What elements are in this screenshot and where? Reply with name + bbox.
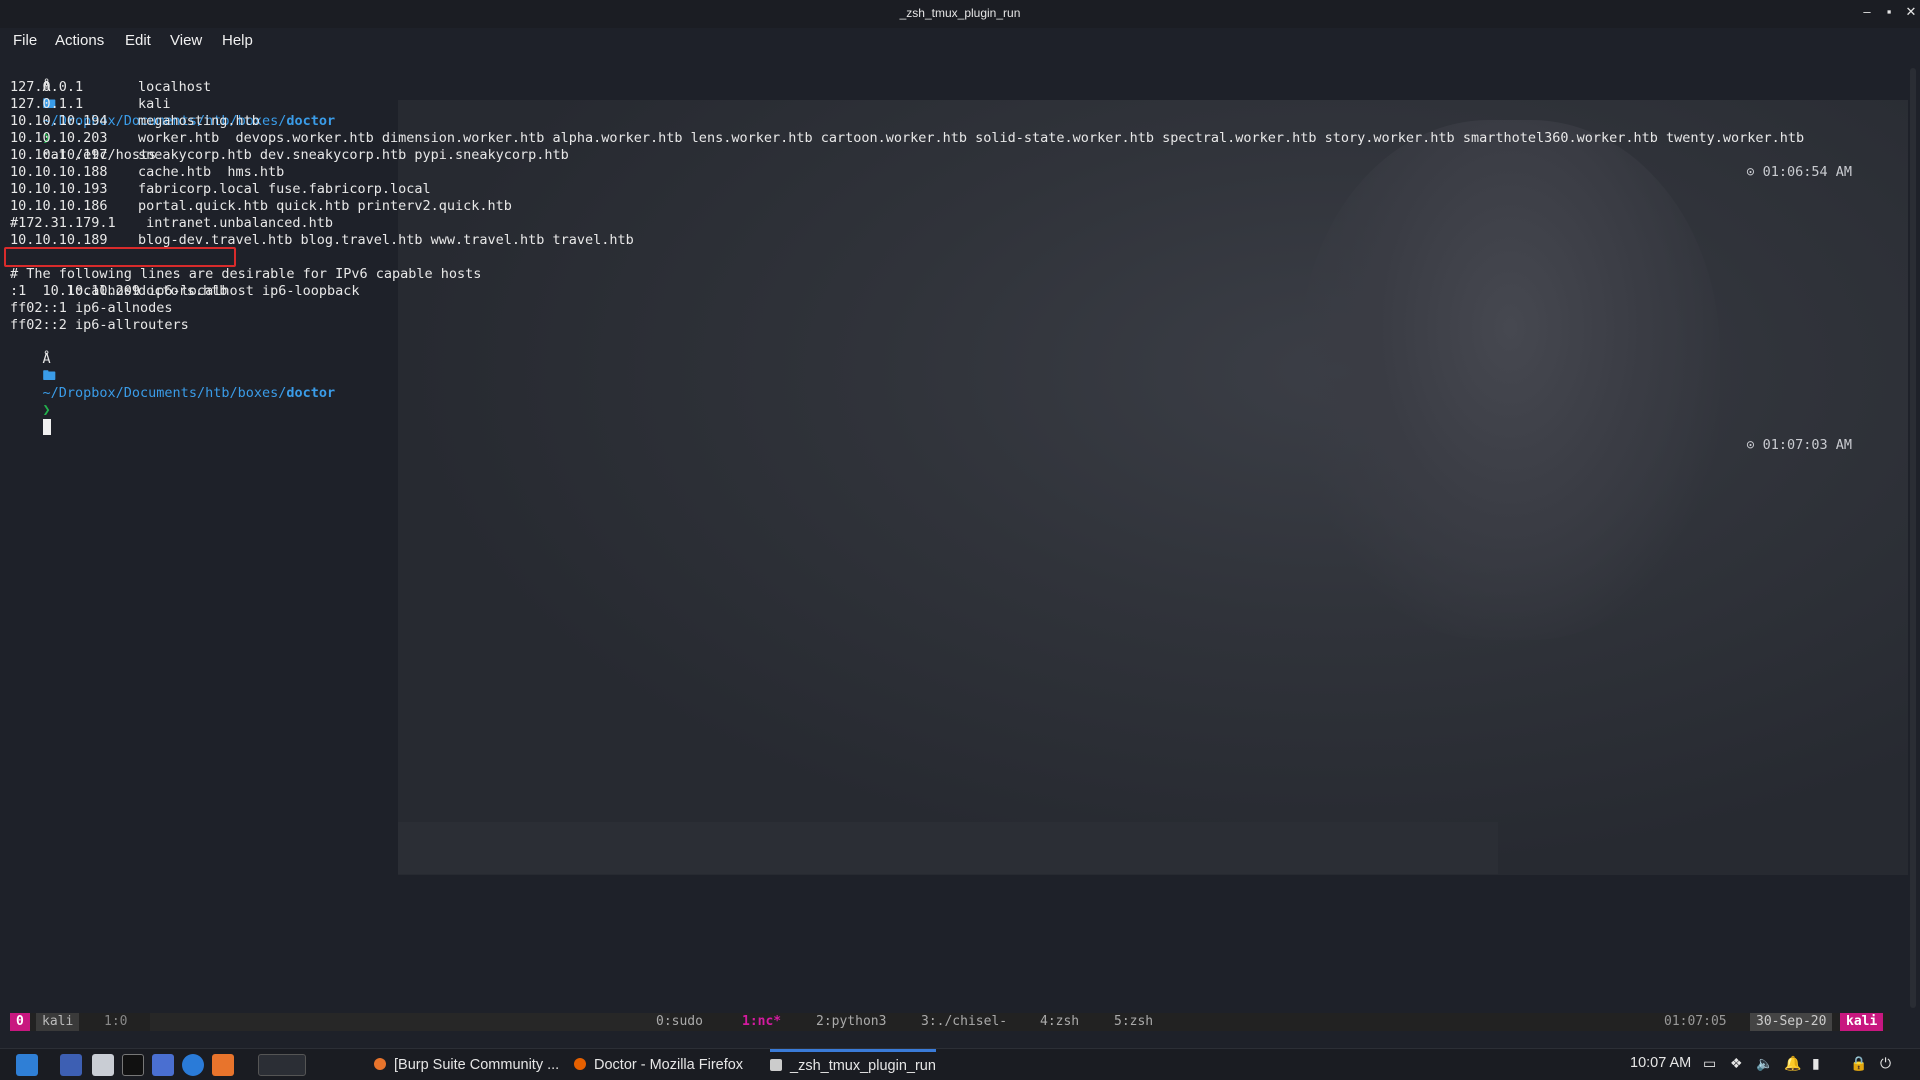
tmux-session-name: kali xyxy=(36,1013,80,1031)
tmux-window-2[interactable]: 2:python3 xyxy=(810,1013,892,1031)
host-names: worker.htb devops.worker.htb dimension.w… xyxy=(138,130,1805,146)
prompt-path: ~/Dropbox/Documents/htb/boxes/ xyxy=(42,385,287,401)
menu-edit[interactable]: Edit xyxy=(125,32,151,49)
browser-icon[interactable] xyxy=(182,1054,204,1076)
ipv6-line: ff02::2 ip6-allrouters xyxy=(10,317,189,333)
clock[interactable]: 10:07 AM xyxy=(1630,1055,1691,1071)
tmux-window-4[interactable]: 4:zsh xyxy=(1034,1013,1085,1031)
host-names: localhost xyxy=(138,79,212,95)
task-firefox[interactable]: Doctor - Mozilla Firefox xyxy=(574,1049,743,1080)
firefox-icon xyxy=(574,1058,586,1070)
hosts-line: 10.10.10.197 sneakycorp.htb dev.sneakycor… xyxy=(10,147,569,164)
menu-file[interactable]: File xyxy=(13,32,37,49)
taskbar: [Burp Suite Community ... Doctor - Mozil… xyxy=(0,1048,1920,1080)
tmux-window-3[interactable]: 3:./chisel- xyxy=(915,1013,1013,1031)
tmux-date: 30-Sep-20 xyxy=(1750,1013,1833,1031)
ipv6-line: :1 localhost ip6-localhost ip6-loopback xyxy=(10,283,360,299)
host-names: megahosting.htb xyxy=(138,113,260,129)
tmux-pane: 1:0 xyxy=(104,1014,128,1029)
tmux-window-0[interactable]: 0:sudo xyxy=(650,1013,709,1031)
prompt-timestamp: ⊙ 01:07:03 AM xyxy=(1746,437,1852,453)
terminal-task-icon xyxy=(770,1059,782,1071)
hosts-line: 127.0.0.1 localhost xyxy=(10,79,211,96)
terminal-cursor xyxy=(42,419,51,435)
prompt-symbol: Å xyxy=(42,351,51,367)
host-ip: 10.10.10.186 xyxy=(10,198,108,214)
terminal-output[interactable]: Å 🖿 ~/Dropbox/Documents/htb/boxes/doctor… xyxy=(4,62,1900,1022)
workspace-icon[interactable] xyxy=(152,1054,174,1076)
file-manager-icon[interactable] xyxy=(92,1054,114,1076)
menu-view[interactable]: View xyxy=(170,32,202,49)
window-titlebar: _zsh_tmux_plugin_run – ▪ ✕ xyxy=(0,0,1920,28)
tmux-window-5[interactable]: 5:zsh xyxy=(1108,1013,1159,1031)
volume-icon[interactable]: 🔈 xyxy=(1756,1055,1773,1072)
close-icon[interactable]: ✕ xyxy=(1902,4,1920,20)
folder-icon: 🖿 xyxy=(42,368,57,384)
menu-help[interactable]: Help xyxy=(222,32,253,49)
host-names: kali xyxy=(138,96,171,112)
terminal-scrollbar[interactable] xyxy=(1910,68,1916,1008)
desktop-icon[interactable] xyxy=(60,1054,82,1076)
prompt-line-2: Å 🖿 ~/Dropbox/Documents/htb/boxes/doctor… xyxy=(10,334,1890,453)
host-names: intranet.unbalanced.htb xyxy=(138,215,334,231)
power-icon[interactable]: ⏻ xyxy=(1880,1055,1891,1072)
workspace-switcher-icon[interactable] xyxy=(258,1054,306,1076)
host-ip: #172.31.179.1 xyxy=(10,215,116,231)
hosts-line: 10.10.10.194 megahosting.htb xyxy=(10,113,260,130)
hosts-line-highlighted: 10.10.10.209 doctors.htb xyxy=(4,247,250,299)
minimize-icon[interactable]: – xyxy=(1858,4,1876,19)
menu-actions[interactable]: Actions xyxy=(55,32,104,49)
tmux-host: kali xyxy=(1840,1013,1884,1031)
host-ip: 10.10.10.189 xyxy=(10,232,108,248)
host-ip: 10.10.10.197 xyxy=(10,147,108,163)
task-terminal-active[interactable]: _zsh_tmux_plugin_run xyxy=(770,1049,936,1080)
menubar: File Actions Edit View Help xyxy=(0,28,1920,54)
host-ip: 127.0.0.1 xyxy=(10,79,84,95)
prompt-line-1: Å 🖿 ~/Dropbox/Documents/htb/boxes/doctor… xyxy=(10,62,1890,180)
comment-line: # The following lines are desirable for … xyxy=(10,266,482,282)
kali-menu-icon[interactable] xyxy=(16,1054,38,1076)
prompt-dir: doctor xyxy=(286,385,336,401)
hosts-line: 127.0.1.1 kali xyxy=(10,96,171,113)
highlight-box xyxy=(4,247,236,267)
task-label: [Burp Suite Community ... xyxy=(394,1057,560,1073)
tmux-window-1-active[interactable]: 1:nc* xyxy=(736,1013,787,1031)
prompt-arrow-icon: ❯ xyxy=(42,402,51,418)
window-title: _zsh_tmux_plugin_run xyxy=(899,6,1021,20)
hosts-line: #172.31.179.1 intranet.unbalanced.htb xyxy=(10,215,333,232)
host-ip: 10.10.10.194 xyxy=(10,113,108,129)
task-label: Doctor - Mozilla Firefox xyxy=(594,1057,744,1073)
ipv6-line: ff02::1 ip6-allnodes xyxy=(10,300,173,316)
prompt-dir: doctor xyxy=(286,113,336,129)
burp-icon[interactable] xyxy=(212,1054,234,1076)
host-names: cache.htb hms.htb xyxy=(138,164,285,180)
display-icon[interactable]: ▭ xyxy=(1703,1055,1716,1072)
tmux-time: 01:07:05 xyxy=(1664,1014,1727,1029)
hosts-line: 10.10.10.203 worker.htb devops.worker.htb… xyxy=(10,130,1804,147)
hosts-line: 10.10.10.188 cache.htb hms.htb xyxy=(10,164,284,181)
lock-icon[interactable]: 🔒 xyxy=(1850,1055,1867,1072)
task-label: _zsh_tmux_plugin_run xyxy=(790,1058,936,1074)
host-names: sneakycorp.htb dev.sneakycorp.htb pypi.s… xyxy=(138,147,569,163)
dropbox-icon[interactable]: ❖ xyxy=(1730,1055,1743,1072)
tmux-session-index: 0 xyxy=(10,1013,30,1031)
hosts-line: 10.10.10.186 portal.quick.htb quick.htb p… xyxy=(10,198,512,215)
terminal-icon[interactable] xyxy=(122,1054,144,1076)
task-burp[interactable]: [Burp Suite Community ... xyxy=(374,1049,559,1080)
host-ip: 127.0.1.1 xyxy=(10,96,84,112)
bell-icon[interactable]: 🔔 xyxy=(1784,1055,1801,1072)
host-names: fabricorp.local fuse.fabricorp.local xyxy=(138,181,431,197)
hosts-line: 10.10.10.193 fabricorp.local fuse.fabrico… xyxy=(10,181,431,198)
prompt-timestamp: ⊙ 01:06:54 AM xyxy=(1746,164,1852,180)
host-names: portal.quick.htb quick.htb printerv2.qui… xyxy=(138,198,512,214)
host-ip: 10.10.10.193 xyxy=(10,181,108,197)
battery-icon[interactable]: ▮ xyxy=(1812,1055,1820,1072)
host-ip: 10.10.10.203 xyxy=(10,130,108,146)
host-ip: 10.10.10.188 xyxy=(10,164,108,180)
burp-task-icon xyxy=(374,1058,386,1070)
tmux-status-bar: 0 kali 1:0 0:sudo 1:nc* 2:python3 3:./ch… xyxy=(10,1013,1890,1031)
maximize-icon[interactable]: ▪ xyxy=(1880,4,1898,19)
